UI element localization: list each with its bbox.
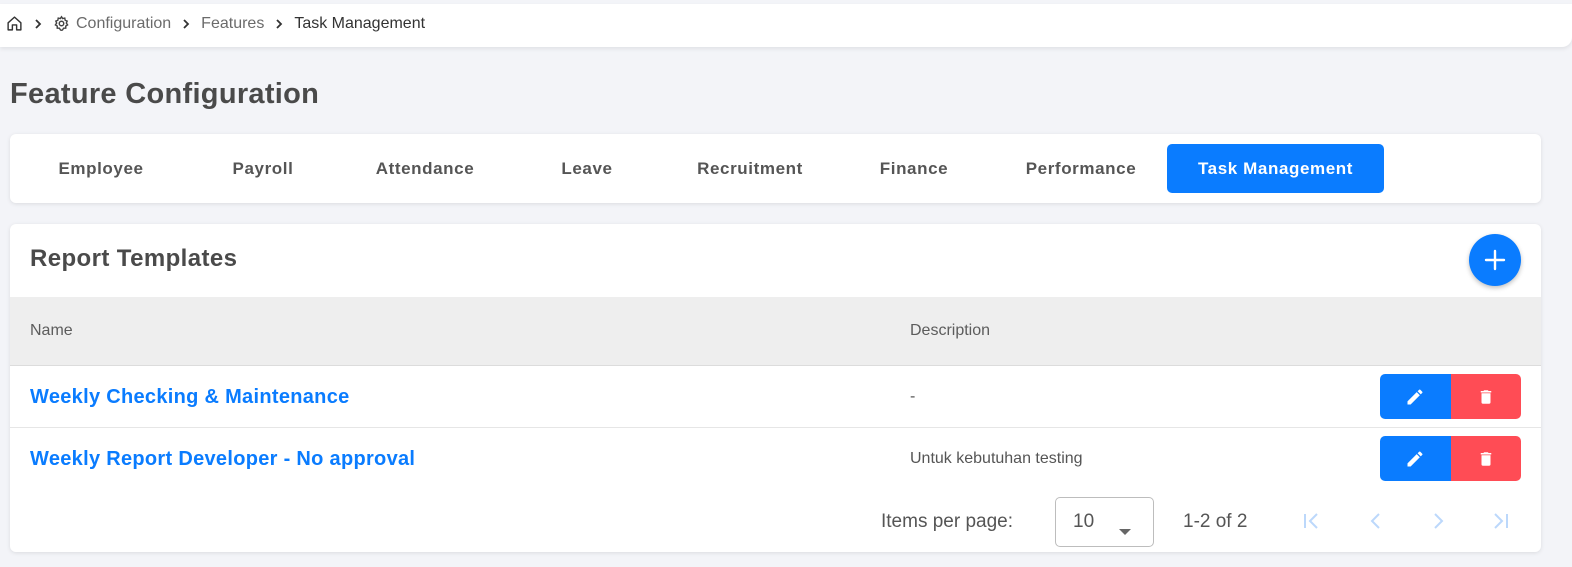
pencil-icon — [1407, 450, 1423, 466]
table-header: Name Description — [10, 297, 1541, 366]
pencil-icon — [1407, 388, 1423, 404]
page-title: Feature Configuration — [10, 78, 320, 110]
tab-employee[interactable]: Employee — [20, 144, 182, 193]
chevron-right-icon — [33, 18, 43, 30]
next-page-button[interactable] — [1426, 509, 1450, 533]
breadcrumb: Configuration Features Task Management — [0, 4, 1572, 47]
home-link[interactable] — [6, 15, 23, 32]
breadcrumb-label: Task Management — [294, 14, 426, 32]
row-actions — [1380, 436, 1521, 481]
first-page-button[interactable] — [1300, 509, 1324, 533]
caret-down-icon — [1118, 520, 1132, 542]
trash-icon — [1480, 451, 1491, 466]
tab-leave[interactable]: Leave — [506, 144, 668, 193]
template-name-link[interactable]: Weekly Checking & Maintenance — [30, 386, 350, 409]
tab-payroll[interactable]: Payroll — [182, 144, 344, 193]
delete-button[interactable] — [1450, 374, 1521, 419]
first-page-icon — [1304, 513, 1318, 529]
previous-page-button[interactable] — [1364, 509, 1388, 533]
tab-task-management[interactable]: Task Management — [1167, 144, 1384, 193]
table-row: Weekly Checking & Maintenance - — [10, 366, 1541, 428]
last-page-icon — [1494, 513, 1508, 529]
column-header-description: Description — [910, 322, 991, 339]
gear-icon — [53, 15, 70, 32]
table-row: Weekly Report Developer - No approval Un… — [10, 428, 1541, 490]
items-per-page-select[interactable]: 10 — [1055, 497, 1154, 547]
chevron-right-icon — [274, 18, 284, 30]
edit-button[interactable] — [1380, 436, 1451, 481]
chevron-right-icon — [1434, 513, 1444, 529]
delete-button[interactable] — [1450, 436, 1521, 481]
items-per-page-value: 10 — [1073, 511, 1095, 532]
edit-button[interactable] — [1380, 374, 1451, 419]
trash-icon — [1480, 389, 1491, 404]
breadcrumb-configuration[interactable]: Configuration — [53, 15, 171, 33]
last-page-button[interactable] — [1488, 509, 1512, 533]
breadcrumb-label: Features — [201, 14, 265, 32]
pagination-range: 1-2 of 2 — [1183, 511, 1248, 532]
breadcrumb-label: Configuration — [76, 14, 172, 32]
breadcrumb-features[interactable]: Features — [201, 15, 264, 33]
chevron-right-icon — [181, 18, 191, 30]
tab-recruitment[interactable]: Recruitment — [668, 144, 832, 193]
template-name-link[interactable]: Weekly Report Developer - No approval — [30, 448, 415, 471]
add-template-button[interactable] — [1469, 234, 1521, 286]
tab-performance[interactable]: Performance — [1000, 144, 1162, 193]
template-description: Untuk kebutuhan testing — [910, 450, 1083, 467]
breadcrumb-task-management: Task Management — [294, 15, 425, 33]
chevron-left-icon — [1370, 513, 1380, 529]
tab-finance[interactable]: Finance — [832, 144, 996, 193]
template-description: - — [910, 388, 916, 405]
items-per-page-label: Items per page: — [881, 511, 1014, 532]
plus-icon — [1484, 249, 1506, 271]
row-actions — [1380, 374, 1521, 419]
feature-tabs: Employee Payroll Attendance Leave Recrui… — [10, 134, 1541, 203]
tab-attendance[interactable]: Attendance — [344, 144, 506, 193]
report-templates-card: Report Templates Name Description Weekly… — [10, 224, 1541, 552]
column-header-name: Name — [30, 322, 73, 339]
home-icon — [7, 16, 22, 31]
section-title: Report Templates — [30, 245, 238, 272]
